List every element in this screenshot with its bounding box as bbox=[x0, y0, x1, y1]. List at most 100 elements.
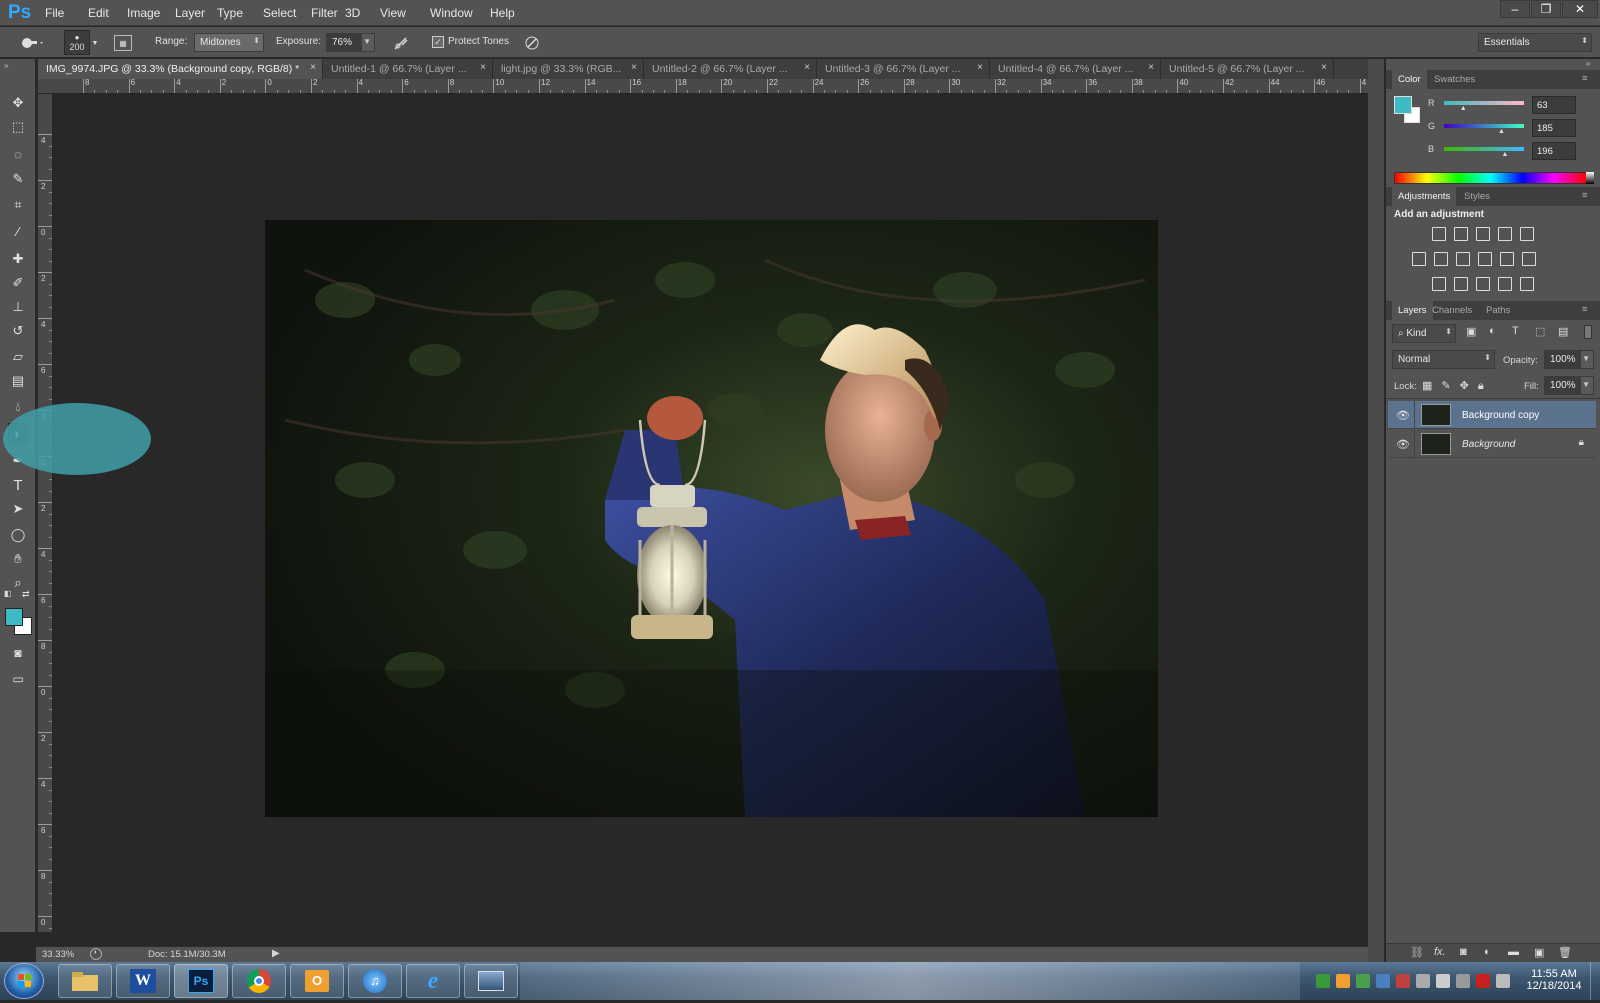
link-layers-icon[interactable]: ⛓ bbox=[1410, 946, 1424, 959]
levels-icon[interactable] bbox=[1454, 227, 1468, 241]
menu-edit[interactable]: Edit bbox=[88, 6, 109, 20]
vibrance-icon[interactable] bbox=[1520, 227, 1534, 241]
selective-color-icon[interactable] bbox=[1498, 277, 1512, 291]
channel-value-input[interactable]: 63 bbox=[1532, 96, 1576, 114]
crop-tool[interactable]: ⌗ bbox=[8, 195, 28, 215]
show-desktop-button[interactable] bbox=[1590, 962, 1600, 1000]
filter-shape-icon[interactable]: ⬚ bbox=[1535, 325, 1545, 338]
layer-filter-select[interactable]: ⌕ Kind ⬍ bbox=[1392, 324, 1456, 343]
menu-file[interactable]: File bbox=[45, 6, 64, 20]
photoshop-button[interactable]: Ps bbox=[174, 964, 228, 998]
ellipse-tool[interactable]: ◯ bbox=[8, 525, 28, 545]
trash-icon[interactable]: 🗑︎ bbox=[1558, 946, 1572, 959]
channel-slider[interactable] bbox=[1444, 124, 1524, 128]
move-tool[interactable]: ✥ bbox=[8, 93, 28, 113]
menu-filter[interactable]: Filter bbox=[311, 6, 338, 20]
tray-flag-icon[interactable] bbox=[1416, 974, 1430, 988]
tray-checkmark-icon[interactable] bbox=[1356, 974, 1370, 988]
fill-input[interactable]: 100% bbox=[1544, 376, 1580, 395]
posterize-icon[interactable] bbox=[1454, 277, 1468, 291]
tab-layers[interactable]: Layers bbox=[1392, 301, 1433, 320]
restore-button[interactable]: ❐ bbox=[1531, 0, 1561, 18]
new-group-icon[interactable]: ▬ bbox=[1508, 946, 1519, 958]
filter-pixel-icon[interactable]: ▣ bbox=[1466, 325, 1476, 338]
threshold-icon[interactable] bbox=[1476, 277, 1490, 291]
visibility-eye-icon[interactable]: 👁︎ bbox=[1396, 409, 1410, 422]
tray-usb-icon[interactable] bbox=[1496, 974, 1510, 988]
panel-menu-icon[interactable]: ≡ bbox=[1582, 304, 1588, 315]
photo-filter-icon[interactable] bbox=[1478, 252, 1492, 266]
document-tab[interactable]: Untitled-5 @ 66.7% (Layer ... × bbox=[1161, 59, 1334, 79]
color-ramp[interactable] bbox=[1394, 172, 1587, 184]
photo-viewer-button[interactable] bbox=[464, 964, 518, 998]
layer-name[interactable]: Background copy bbox=[1462, 410, 1539, 421]
close-tab-icon[interactable]: × bbox=[1321, 62, 1327, 73]
opacity-input[interactable]: 100% bbox=[1544, 350, 1580, 369]
word-button[interactable]: W bbox=[116, 964, 170, 998]
menu-image[interactable]: Image bbox=[127, 6, 160, 20]
slider-thumb-icon[interactable]: ▲ bbox=[1460, 105, 1467, 112]
hue-saturation-icon[interactable] bbox=[1412, 252, 1426, 266]
black-white-icon[interactable] bbox=[1456, 252, 1470, 266]
file-explorer-button[interactable] bbox=[58, 964, 112, 998]
internet-explorer-button[interactable]: e bbox=[406, 964, 460, 998]
menu-window[interactable]: Window bbox=[430, 6, 473, 20]
brush-panel-toggle-icon[interactable]: ▦ bbox=[114, 35, 132, 51]
path-selection-tool[interactable]: ➤ bbox=[8, 499, 28, 519]
slider-thumb-icon[interactable]: ▲ bbox=[1502, 151, 1509, 158]
menu-layer[interactable]: Layer bbox=[175, 6, 205, 20]
tool-preset-picker[interactable] bbox=[14, 33, 48, 53]
filter-type-icon[interactable]: T bbox=[1512, 325, 1519, 337]
status-menu-arrow-icon[interactable]: ▶ bbox=[272, 948, 280, 959]
quick-select-tool[interactable]: ✎ bbox=[8, 169, 28, 189]
brush-tool[interactable]: ✐ bbox=[8, 273, 28, 293]
swap-colors-icon[interactable]: ⇄ bbox=[22, 589, 30, 600]
menu-3d[interactable]: 3D bbox=[345, 6, 360, 20]
brush-preset-picker[interactable]: ● 200 bbox=[64, 30, 90, 55]
opacity-slider-toggle[interactable]: ▼ bbox=[1580, 350, 1594, 369]
menu-help[interactable]: Help bbox=[490, 6, 515, 20]
default-colors-icon[interactable]: ◧ bbox=[4, 589, 12, 598]
tab-styles[interactable]: Styles bbox=[1464, 191, 1490, 202]
color-lookup-icon[interactable] bbox=[1522, 252, 1536, 266]
gradient-map-icon[interactable] bbox=[1520, 277, 1534, 291]
document-canvas-image[interactable] bbox=[265, 220, 1158, 817]
gradient-tool[interactable]: ▤ bbox=[8, 371, 28, 391]
black-white-ramp[interactable] bbox=[1586, 172, 1594, 184]
close-tab-icon[interactable]: × bbox=[977, 62, 983, 73]
filter-toggle-switch[interactable] bbox=[1584, 325, 1592, 339]
brush-dropdown-arrow-icon[interactable]: ▼ bbox=[91, 35, 99, 51]
new-layer-icon[interactable]: ▣ bbox=[1534, 946, 1544, 959]
collapse-arrows-icon[interactable]: » bbox=[4, 61, 8, 70]
slider-thumb-icon[interactable]: ▲ bbox=[1498, 128, 1505, 135]
exposure-icon[interactable] bbox=[1498, 227, 1512, 241]
menu-view[interactable]: View bbox=[380, 6, 406, 20]
tab-channels[interactable]: Channels bbox=[1432, 305, 1472, 316]
pressure-size-icon[interactable] bbox=[523, 34, 541, 52]
fill-slider-toggle[interactable]: ▼ bbox=[1580, 376, 1594, 395]
filter-smart-object-icon[interactable]: ▤ bbox=[1558, 325, 1568, 338]
add-mask-icon[interactable]: ◙ bbox=[1460, 946, 1467, 958]
brightness-contrast-icon[interactable] bbox=[1432, 227, 1446, 241]
tray-adobe-icon[interactable] bbox=[1476, 974, 1490, 988]
tab-adjustments[interactable]: Adjustments bbox=[1392, 187, 1457, 206]
document-tab[interactable]: Untitled-4 @ 66.7% (Layer ... × bbox=[990, 59, 1161, 79]
screen-mode-button[interactable]: ▭ bbox=[8, 669, 28, 689]
lock-options-icons[interactable]: ▦✎✥🔒︎ bbox=[1422, 379, 1493, 393]
marquee-tool[interactable]: ⬚ bbox=[8, 117, 28, 137]
color-balance-icon[interactable] bbox=[1434, 252, 1448, 266]
blend-mode-select[interactable]: Normal ⬍ bbox=[1392, 350, 1495, 369]
tab-paths[interactable]: Paths bbox=[1486, 305, 1510, 316]
lock-icon[interactable]: 🔒︎ bbox=[1579, 437, 1584, 448]
clone-stamp-tool[interactable]: ⊥ bbox=[8, 297, 28, 317]
tray-power-icon[interactable] bbox=[1456, 974, 1470, 988]
range-select[interactable]: Midtones ⬍ bbox=[194, 33, 264, 52]
close-tab-icon[interactable]: × bbox=[631, 62, 637, 73]
visibility-eye-icon[interactable]: 👁︎ bbox=[1396, 438, 1410, 451]
close-tab-icon[interactable]: × bbox=[1148, 62, 1154, 73]
document-tab[interactable]: Untitled-3 @ 66.7% (Layer ... × bbox=[817, 59, 990, 79]
hand-tool[interactable]: ✋︎ bbox=[8, 549, 28, 569]
layer-row[interactable]: 👁︎ Background copy bbox=[1388, 401, 1596, 429]
panel-menu-icon[interactable]: ≡ bbox=[1582, 190, 1588, 201]
layer-style-fx-icon[interactable]: fx. bbox=[1434, 946, 1446, 958]
